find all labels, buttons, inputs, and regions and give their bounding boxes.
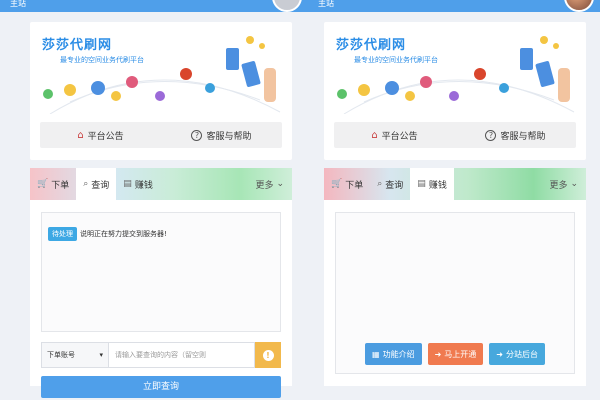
- help-button[interactable]: ? 客服与帮助: [455, 122, 576, 148]
- banner: 莎莎代刷网 最专业的空间业务代刷平台: [324, 22, 586, 114]
- tab-query[interactable]: ⌕ 查询: [370, 168, 410, 200]
- announcement-button[interactable]: ⌂ 平台公告: [334, 122, 455, 148]
- tab-query-label: 查询: [91, 180, 110, 191]
- search-icon: ⌕: [377, 179, 383, 189]
- action-row: ▦ 功能介绍 ➜ 马上开通 ➜ 分站后台: [344, 343, 566, 365]
- slogan: 最专业的空间业务代刷平台: [354, 56, 438, 64]
- shop-icon: ⌂: [77, 129, 84, 141]
- right-panel: 莎莎代刷网 最专业的空间业务代刷平台 ⌂ 平台公告 ? 客服与帮助 🛒 下单 ⌕…: [324, 22, 586, 386]
- help-label: 客服与帮助: [500, 131, 546, 142]
- status-message: 说明正在努力提交到服务器!: [80, 230, 167, 238]
- announcement-label: 平台公告: [381, 131, 418, 142]
- site-title-left[interactable]: 主站: [10, 0, 26, 8]
- brand-title: 莎莎代刷网: [42, 38, 113, 53]
- nav-bar: ⌂ 平台公告 ? 客服与帮助: [40, 122, 282, 148]
- brand-title: 莎莎代刷网: [336, 38, 407, 53]
- tab-order-label: 下单: [51, 180, 70, 191]
- query-type-select[interactable]: 下单账号 ▾: [41, 342, 109, 368]
- query-input[interactable]: 请输入要查询的内容（留空则: [109, 342, 255, 368]
- tab-earn-label: 赚钱: [428, 180, 447, 191]
- earn-panel: ▦ 功能介绍 ➜ 马上开通 ➜ 分站后台: [324, 200, 586, 386]
- query-row: 下单账号 ▾ 请输入要查询的内容（留空则 !: [41, 342, 281, 368]
- cart-icon: 🛒: [37, 179, 49, 189]
- banner: 莎莎代刷网 最专业的空间业务代刷平台: [30, 22, 292, 114]
- question-circle-icon: ?: [485, 129, 497, 141]
- result-output: 待处理 说明正在努力提交到服务器!: [41, 212, 281, 332]
- more-menu[interactable]: 更多 ⌄: [549, 168, 586, 200]
- left-panel: 莎莎代刷网 最专业的空间业务代刷平台 ⌂ 平台公告 ? 客服与帮助 🛒 下单 ⌕…: [30, 22, 292, 398]
- tab-earn-label: 赚钱: [134, 180, 153, 191]
- open-now-button[interactable]: ➜ 马上开通: [427, 343, 484, 365]
- announcement-button[interactable]: ⌂ 平台公告: [40, 122, 161, 148]
- shop-icon: ⌂: [371, 129, 378, 141]
- chevron-down-icon: ⌄: [570, 179, 578, 189]
- tab-bar: 🛒 下单 ⌕ 查询 ▤ 赚钱 更多 ⌄: [30, 168, 292, 200]
- status-badge: 待处理: [48, 227, 77, 241]
- arrow-right-icon: ➜: [496, 349, 503, 359]
- grid-icon: ▦: [372, 349, 380, 359]
- question-circle-icon: ?: [191, 129, 203, 141]
- search-icon: ⌕: [83, 179, 89, 189]
- avatar[interactable]: [272, 0, 302, 12]
- help-label: 客服与帮助: [206, 131, 252, 142]
- earn-content: ▦ 功能介绍 ➜ 马上开通 ➜ 分站后台: [335, 212, 575, 374]
- feature-intro-button[interactable]: ▦ 功能介绍: [365, 343, 422, 365]
- header-card: 莎莎代刷网 最专业的空间业务代刷平台 ⌂ 平台公告 ? 客服与帮助: [324, 22, 586, 160]
- tab-earn[interactable]: ▤ 赚钱: [410, 168, 454, 200]
- tab-query[interactable]: ⌕ 查询: [76, 168, 117, 200]
- caret-down-icon: ▾: [99, 351, 103, 359]
- substation-admin-label: 分站后台: [505, 349, 538, 359]
- calendar-icon: ▤: [123, 179, 132, 189]
- announcement-label: 平台公告: [87, 131, 124, 142]
- tab-earn[interactable]: ▤ 赚钱: [116, 168, 160, 200]
- top-bar: 主站 主站: [0, 0, 600, 12]
- open-now-label: 马上开通: [444, 349, 477, 359]
- tab-order[interactable]: 🛒 下单: [30, 168, 76, 200]
- site-title-right[interactable]: 主站: [318, 0, 334, 8]
- tab-order[interactable]: 🛒 下单: [324, 168, 370, 200]
- alert-circle-icon: !: [262, 349, 274, 361]
- more-label: 更多: [549, 180, 568, 191]
- cart-icon: 🛒: [331, 179, 343, 189]
- query-submit-icon-button[interactable]: !: [255, 342, 281, 368]
- slogan: 最专业的空间业务代刷平台: [60, 56, 144, 64]
- header-card: 莎莎代刷网 最专业的空间业务代刷平台 ⌂ 平台公告 ? 客服与帮助: [30, 22, 292, 160]
- help-button[interactable]: ? 客服与帮助: [161, 122, 282, 148]
- query-type-value: 下单账号: [47, 351, 75, 359]
- nav-bar: ⌂ 平台公告 ? 客服与帮助: [334, 122, 576, 148]
- more-menu[interactable]: 更多 ⌄: [255, 168, 292, 200]
- more-label: 更多: [255, 180, 274, 191]
- feature-intro-label: 功能介绍: [382, 349, 415, 359]
- arrow-right-icon: ➜: [434, 349, 442, 359]
- tab-query-label: 查询: [385, 180, 404, 191]
- tab-bar: 🛒 下单 ⌕ 查询 ▤ 赚钱 更多 ⌄: [324, 168, 586, 200]
- chevron-down-icon: ⌄: [276, 179, 284, 189]
- calendar-icon: ▤: [417, 179, 426, 189]
- substation-admin-button[interactable]: ➜ 分站后台: [489, 343, 545, 365]
- query-now-button[interactable]: 立即查询: [41, 376, 281, 398]
- tab-order-label: 下单: [345, 180, 364, 191]
- avatar[interactable]: [564, 0, 594, 12]
- query-panel: 待处理 说明正在努力提交到服务器! 下单账号 ▾ 请输入要查询的内容（留空则 ! …: [30, 200, 292, 398]
